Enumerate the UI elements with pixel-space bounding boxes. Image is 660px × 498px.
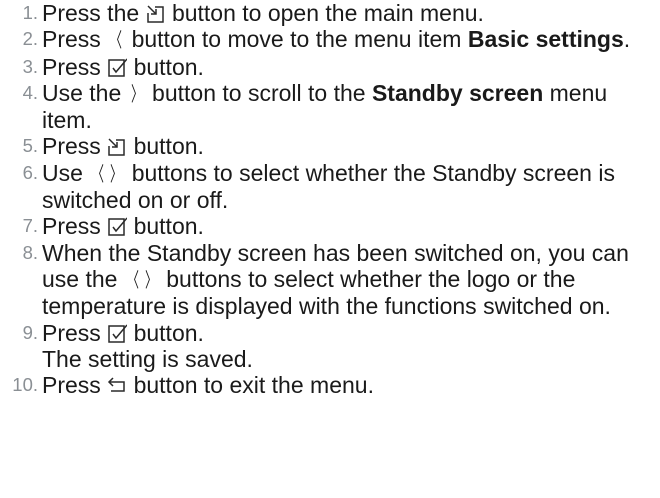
step-10: 10. Press button to exit the menu. (0, 372, 660, 398)
step-number: 2. (22, 28, 38, 50)
step-number: 8. (22, 241, 38, 263)
chevron-right-icon: 〉 (144, 267, 157, 292)
step-text: Press (42, 319, 101, 346)
step-7: 7. Press button. (0, 213, 660, 239)
step-text: Use (42, 159, 83, 186)
step-number: 3. (22, 55, 38, 77)
step-text: Press (42, 53, 101, 80)
instruction-list: 1. Press the button to open the main men… (0, 0, 660, 398)
step-text: button. (133, 319, 204, 346)
step-text: button to scroll to the (152, 79, 366, 106)
step-number: 9. (22, 321, 38, 343)
step-text: button. (133, 133, 204, 160)
checkbox-confirm-icon (107, 324, 128, 344)
step-number: 6. (22, 161, 38, 183)
menu-item-name: Basic settings (467, 26, 624, 53)
step-text: Press (42, 133, 101, 160)
chevron-left-icon: 〈 (92, 161, 105, 186)
step-number: 4. (22, 81, 38, 103)
step-text: Press the (42, 0, 140, 26)
checkbox-confirm-icon (107, 217, 128, 237)
step-number: 7. (22, 215, 38, 237)
step-text: button to open the main menu. (171, 0, 484, 26)
step-result-text: The setting is saved. (42, 345, 253, 372)
step-text: button. (133, 53, 204, 80)
step-number: 1. (22, 2, 38, 23)
step-5: 5. Press button. (0, 133, 660, 159)
step-text: Press (42, 372, 101, 399)
step-text: Press (42, 213, 101, 240)
step-text: Press (42, 26, 101, 53)
step-1: 1. Press the button to open the main men… (0, 0, 660, 26)
step-8: 8. When the Standby screen has been swit… (0, 240, 660, 320)
menu-enter-icon (146, 4, 166, 24)
chevron-right-icon: 〉 (130, 81, 143, 106)
chevron-right-icon: 〉 (110, 161, 123, 186)
menu-enter-icon (107, 137, 127, 157)
step-number: 5. (22, 135, 38, 157)
step-6: 6. Use 〈〉 buttons to select whether the … (0, 160, 660, 214)
step-text: button to move to the menu item (131, 26, 462, 53)
step-text: button to exit the menu. (133, 372, 374, 399)
back-arrow-icon (107, 376, 127, 396)
chevron-left-icon: 〈 (126, 267, 139, 292)
step-9: 9. Press button. The setting is saved. (0, 320, 660, 373)
step-number: 10. (12, 374, 38, 396)
step-2: 2. Press 〈 button to move to the menu it… (0, 26, 660, 53)
checkbox-confirm-icon (107, 58, 128, 78)
step-text: Use the (42, 79, 122, 106)
step-3: 3. Press button. (0, 54, 660, 80)
menu-item-name: Standby screen (371, 79, 544, 106)
step-text: button. (133, 213, 204, 240)
chevron-left-icon: 〈 (110, 28, 123, 53)
step-text: . (623, 26, 631, 53)
step-text: buttons to select whether the Standby sc… (42, 159, 615, 214)
step-4: 4. Use the 〉 button to scroll to the Sta… (0, 80, 660, 134)
